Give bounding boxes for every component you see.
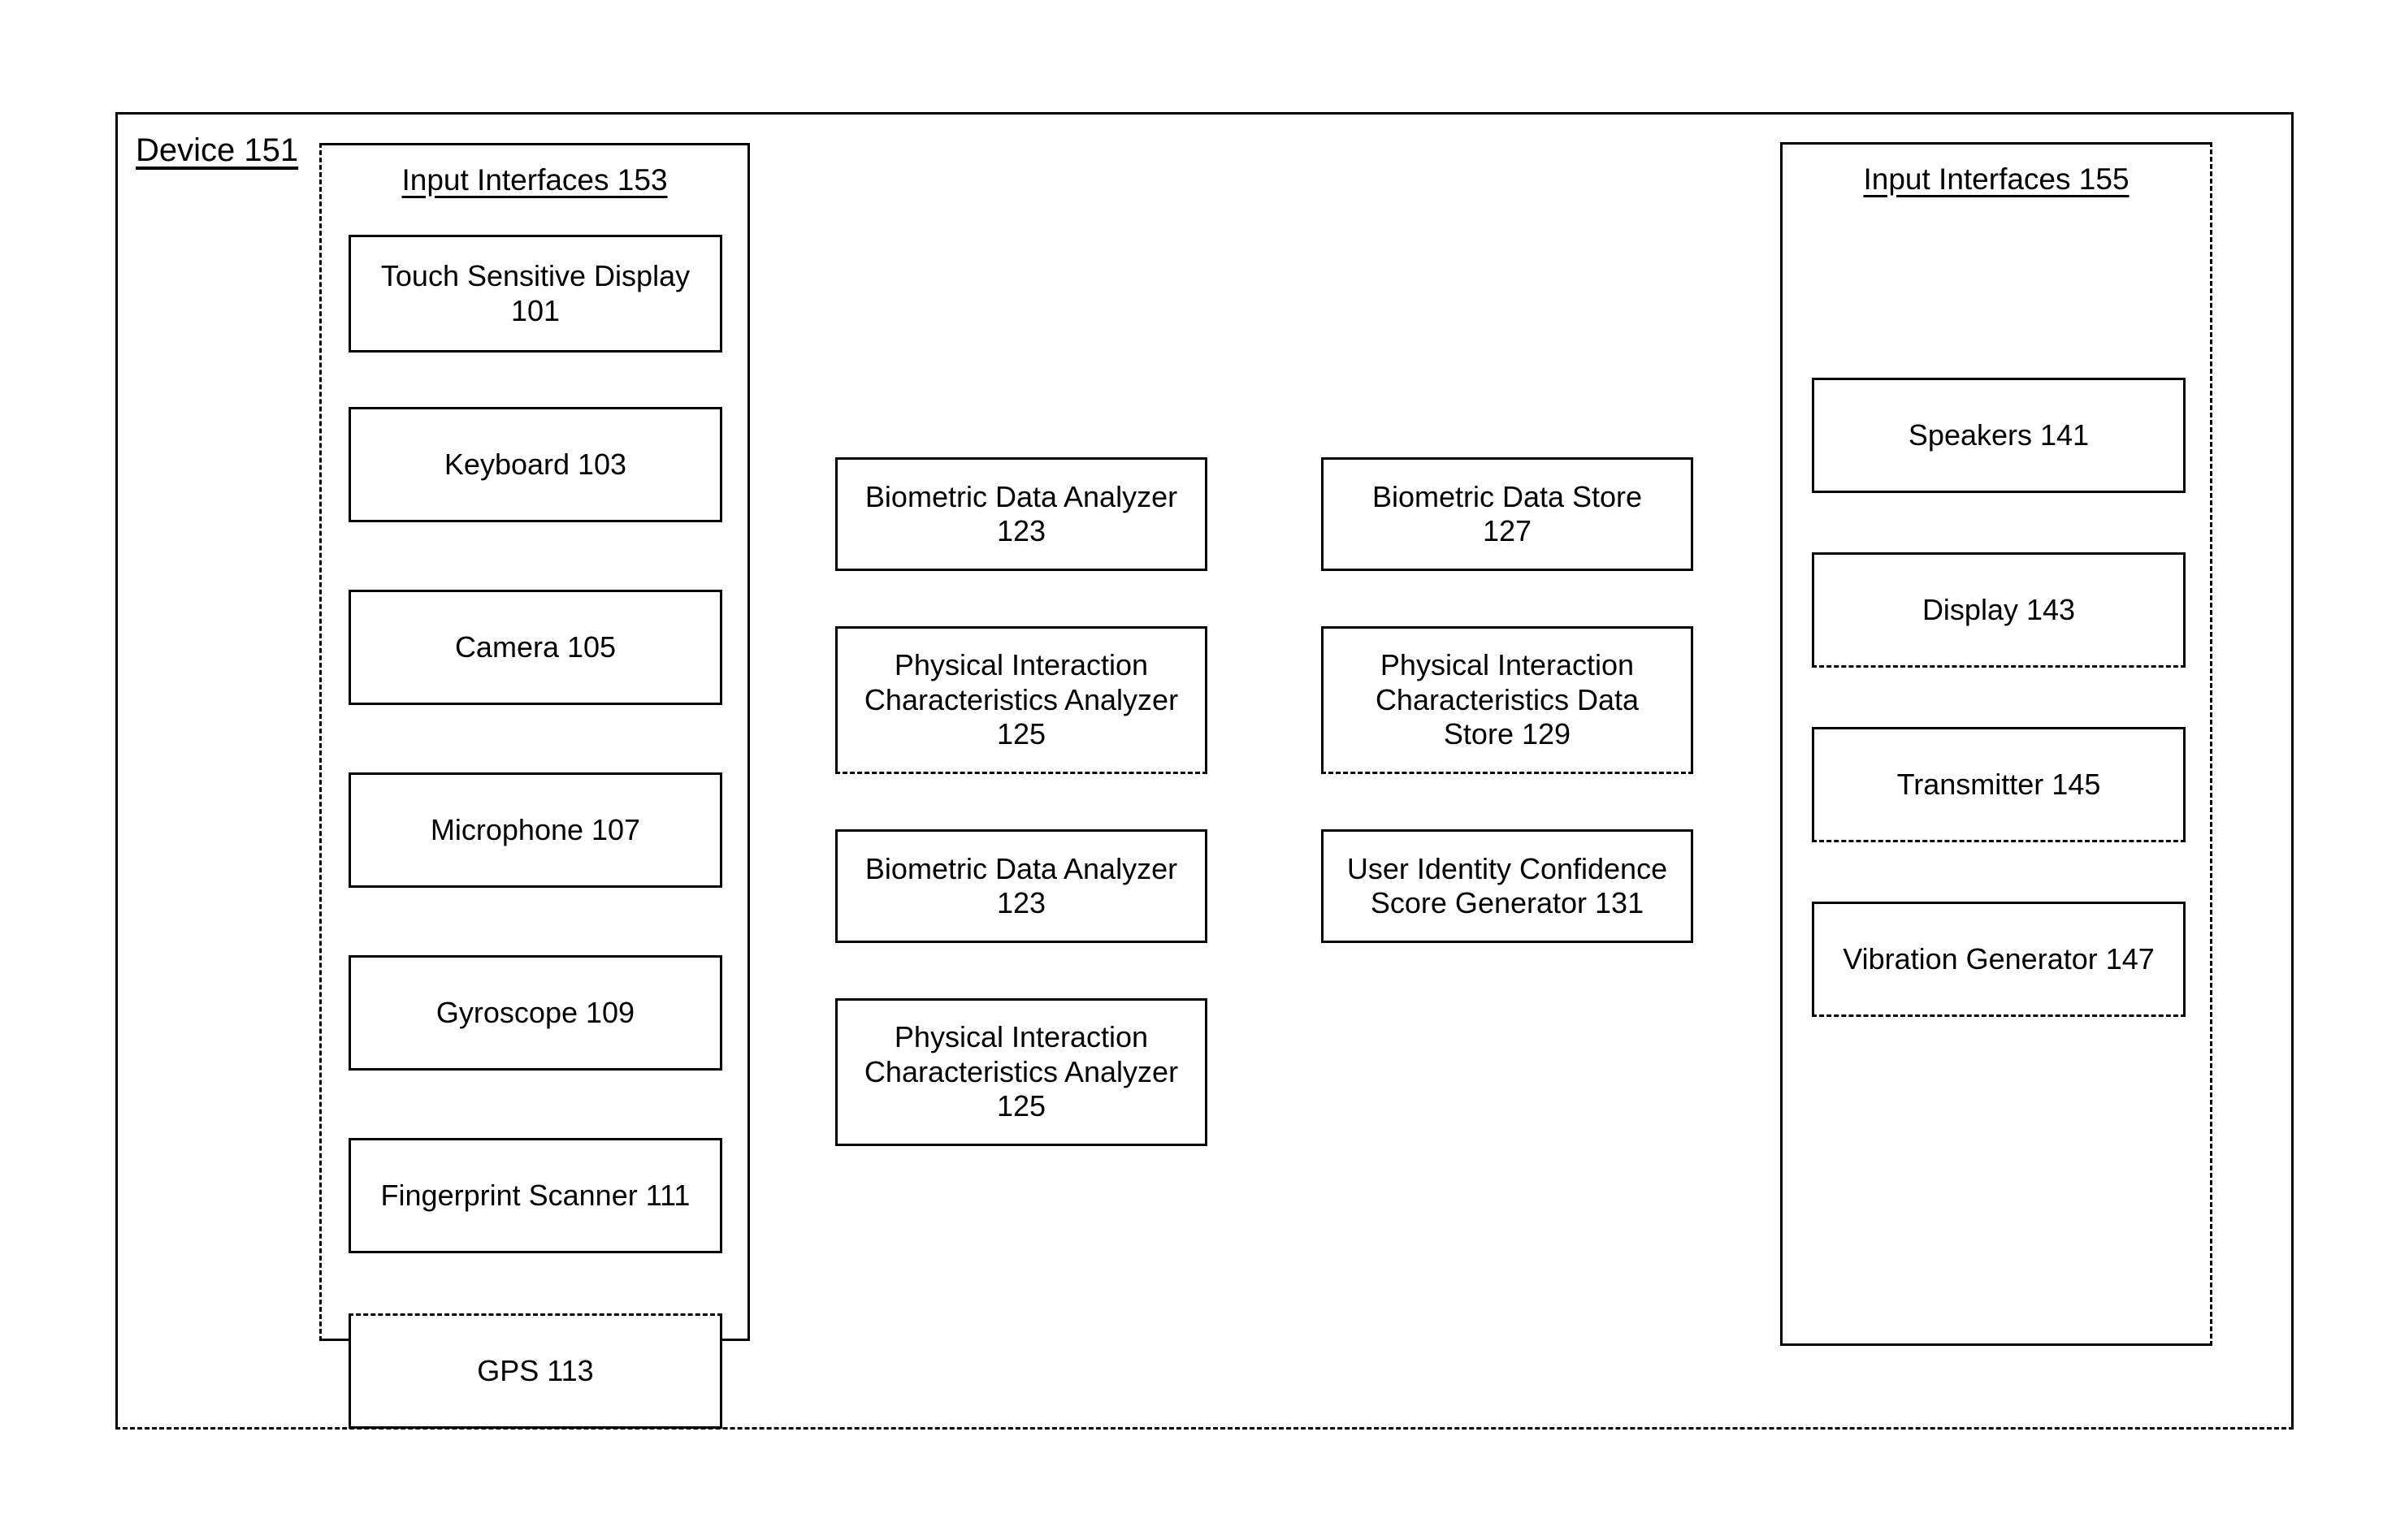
module-box-camera-105: Camera 105 [349,590,722,705]
module-box-label: Biometric Data Analyzer 123 [864,479,1178,547]
module-box-label: Biometric Data Store 127 [1371,479,1643,547]
module-box-label: Display 143 [1922,592,2076,626]
module-box-label: Camera 105 [454,629,617,664]
module-box-label: Vibration Generator 147 [1843,941,2155,975]
module-box-label: Physical Interaction Characteristics Ana… [864,648,1179,751]
device-label: Device 151 [136,132,299,168]
module-box-biometric-data-analyzer-123: Biometric Data Analyzer 123 [835,457,1207,571]
module-box-user-identity-confidence-score-generator-131: User Identity Confidence Score Generator… [1321,829,1693,943]
device-container: Device 151 Input Interfaces 153 Touch Se… [115,112,2294,1430]
module-box-touch-sensitive-display-101: Touch Sensitive Display 101 [349,235,722,353]
module-box-gyroscope-109: Gyroscope 109 [349,955,722,1071]
input-interfaces-155-title: Input Interfaces 155 [1783,164,2210,194]
module-box-label: Physical Interaction Characteristics Dat… [1375,648,1640,751]
module-box-fingerprint-scanner-111: Fingerprint Scanner 111 [349,1138,722,1253]
module-box-display-143: Display 143 [1812,552,2186,668]
module-box-physical-interaction-characteristics-analyzer-125: Physical Interaction Characteristics Ana… [835,998,1207,1146]
module-box-keyboard-103: Keyboard 103 [349,407,722,522]
module-box-label: Keyboard 103 [444,447,627,481]
input-interfaces-153-title-text: Input Interfaces 153 [401,163,668,197]
module-box-microphone-107: Microphone 107 [349,772,722,888]
module-box-label: Physical Interaction Characteristics Ana… [864,1020,1179,1123]
module-box-label: Biometric Data Analyzer 123 [864,851,1178,919]
module-box-label: Speakers 141 [1908,417,2090,452]
module-box-physical-interaction-characteristics-data-store-129: Physical Interaction Characteristics Dat… [1321,626,1693,774]
module-box-physical-interaction-characteristics-analyzer-125: Physical Interaction Characteristics Ana… [835,626,1207,774]
module-box-label: Fingerprint Scanner 111 [380,1178,691,1212]
module-box-label: Gyroscope 109 [435,995,635,1029]
module-box-biometric-data-store-127: Biometric Data Store 127 [1321,457,1693,571]
module-box-gps-113: GPS 113 [349,1313,722,1429]
module-box-transmitter-145: Transmitter 145 [1812,727,2186,842]
input-interfaces-153-title: Input Interfaces 153 [322,165,747,195]
input-interfaces-155-title-text: Input Interfaces 155 [1863,162,2130,196]
module-box-label: Transmitter 145 [1896,767,2101,801]
module-box-label: Microphone 107 [430,812,641,846]
module-box-biometric-data-analyzer-123: Biometric Data Analyzer 123 [835,829,1207,943]
input-interfaces-155-group: Input Interfaces 155 Speakers 141 Display… [1780,142,2212,1346]
module-box-label: Touch Sensitive Display 101 [380,259,691,327]
module-box-speakers-141: Speakers 141 [1812,378,2186,493]
diagram-canvas: Device 151 Input Interfaces 153 Touch Se… [0,0,2396,1540]
module-box-vibration-generator-147: Vibration Generator 147 [1812,902,2186,1017]
input-interfaces-153-group: Input Interfaces 153 Touch Sensitive Dis… [319,143,750,1429]
module-box-label: User Identity Confidence Score Generator… [1346,851,1668,919]
module-box-label: GPS 113 [477,1353,594,1387]
